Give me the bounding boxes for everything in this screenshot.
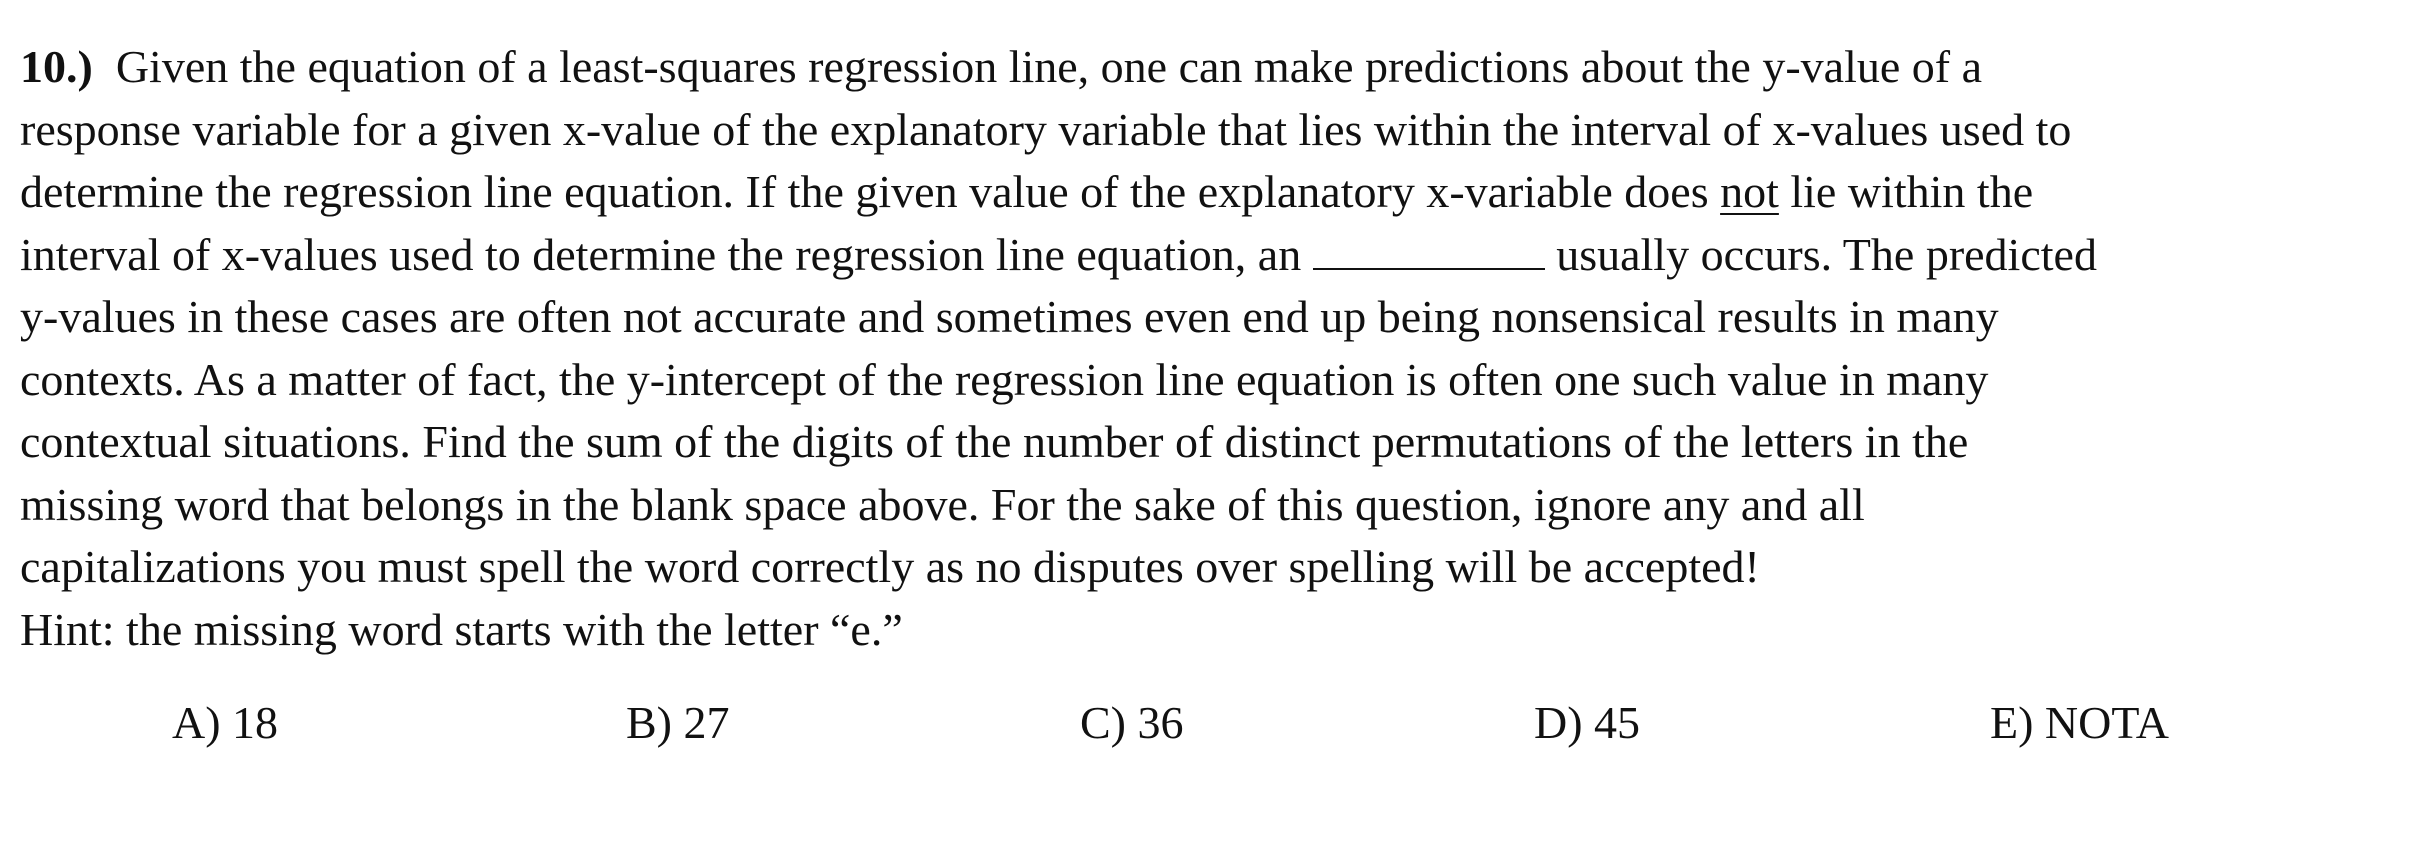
- question-text-line-3b: lie within the: [1778, 166, 2034, 217]
- question-text-line-3a: determine the regression line equation. …: [20, 166, 1721, 217]
- answer-blank: [1312, 228, 1545, 270]
- question-line-3: determine the regression line equation. …: [20, 161, 2400, 224]
- choice-a: A) 18: [172, 697, 279, 748]
- question-line-1: 10.) Given the equation of a least-squar…: [20, 36, 2400, 99]
- question-text-line-1: Given the equation of a least-squares re…: [115, 41, 1982, 92]
- choice-d: D) 45: [1534, 697, 1641, 748]
- choice-c: C) 36: [1080, 697, 1184, 748]
- choice-b: B) 27: [626, 697, 730, 748]
- answer-choices: A) 18 B) 27 C) 36 D) 45 E) NOTA: [0, 692, 2420, 762]
- hint-text: Hint: the missing word starts with the l…: [20, 603, 903, 655]
- question-text-line-4a: interval of x-values used to determine t…: [20, 228, 1313, 280]
- question-10: 10.) Given the equation of a least-squar…: [20, 36, 2400, 661]
- question-number: 10.): [20, 41, 93, 92]
- question-text-line-5: y-values in these cases are often not ac…: [20, 291, 1999, 342]
- choice-e: E) NOTA: [1990, 697, 2169, 748]
- question-text-line-6: contexts. As a matter of fact, the y-int…: [20, 353, 1989, 405]
- question-line-4: interval of x-values used to determine t…: [20, 224, 2400, 287]
- question-text-line-7: contextual situations. Find the sum of t…: [20, 416, 1969, 467]
- question-text-line-2: response variable for a given x-value of…: [20, 103, 2072, 155]
- question-text-line-9: capitalizations you must spell the word …: [20, 541, 1760, 592]
- question-text-line-8: missing word that belongs in the blank s…: [20, 478, 1865, 530]
- question-text-line-4b: usually occurs. The predicted: [1544, 228, 2097, 280]
- underlined-word-not: not: [1720, 166, 1779, 217]
